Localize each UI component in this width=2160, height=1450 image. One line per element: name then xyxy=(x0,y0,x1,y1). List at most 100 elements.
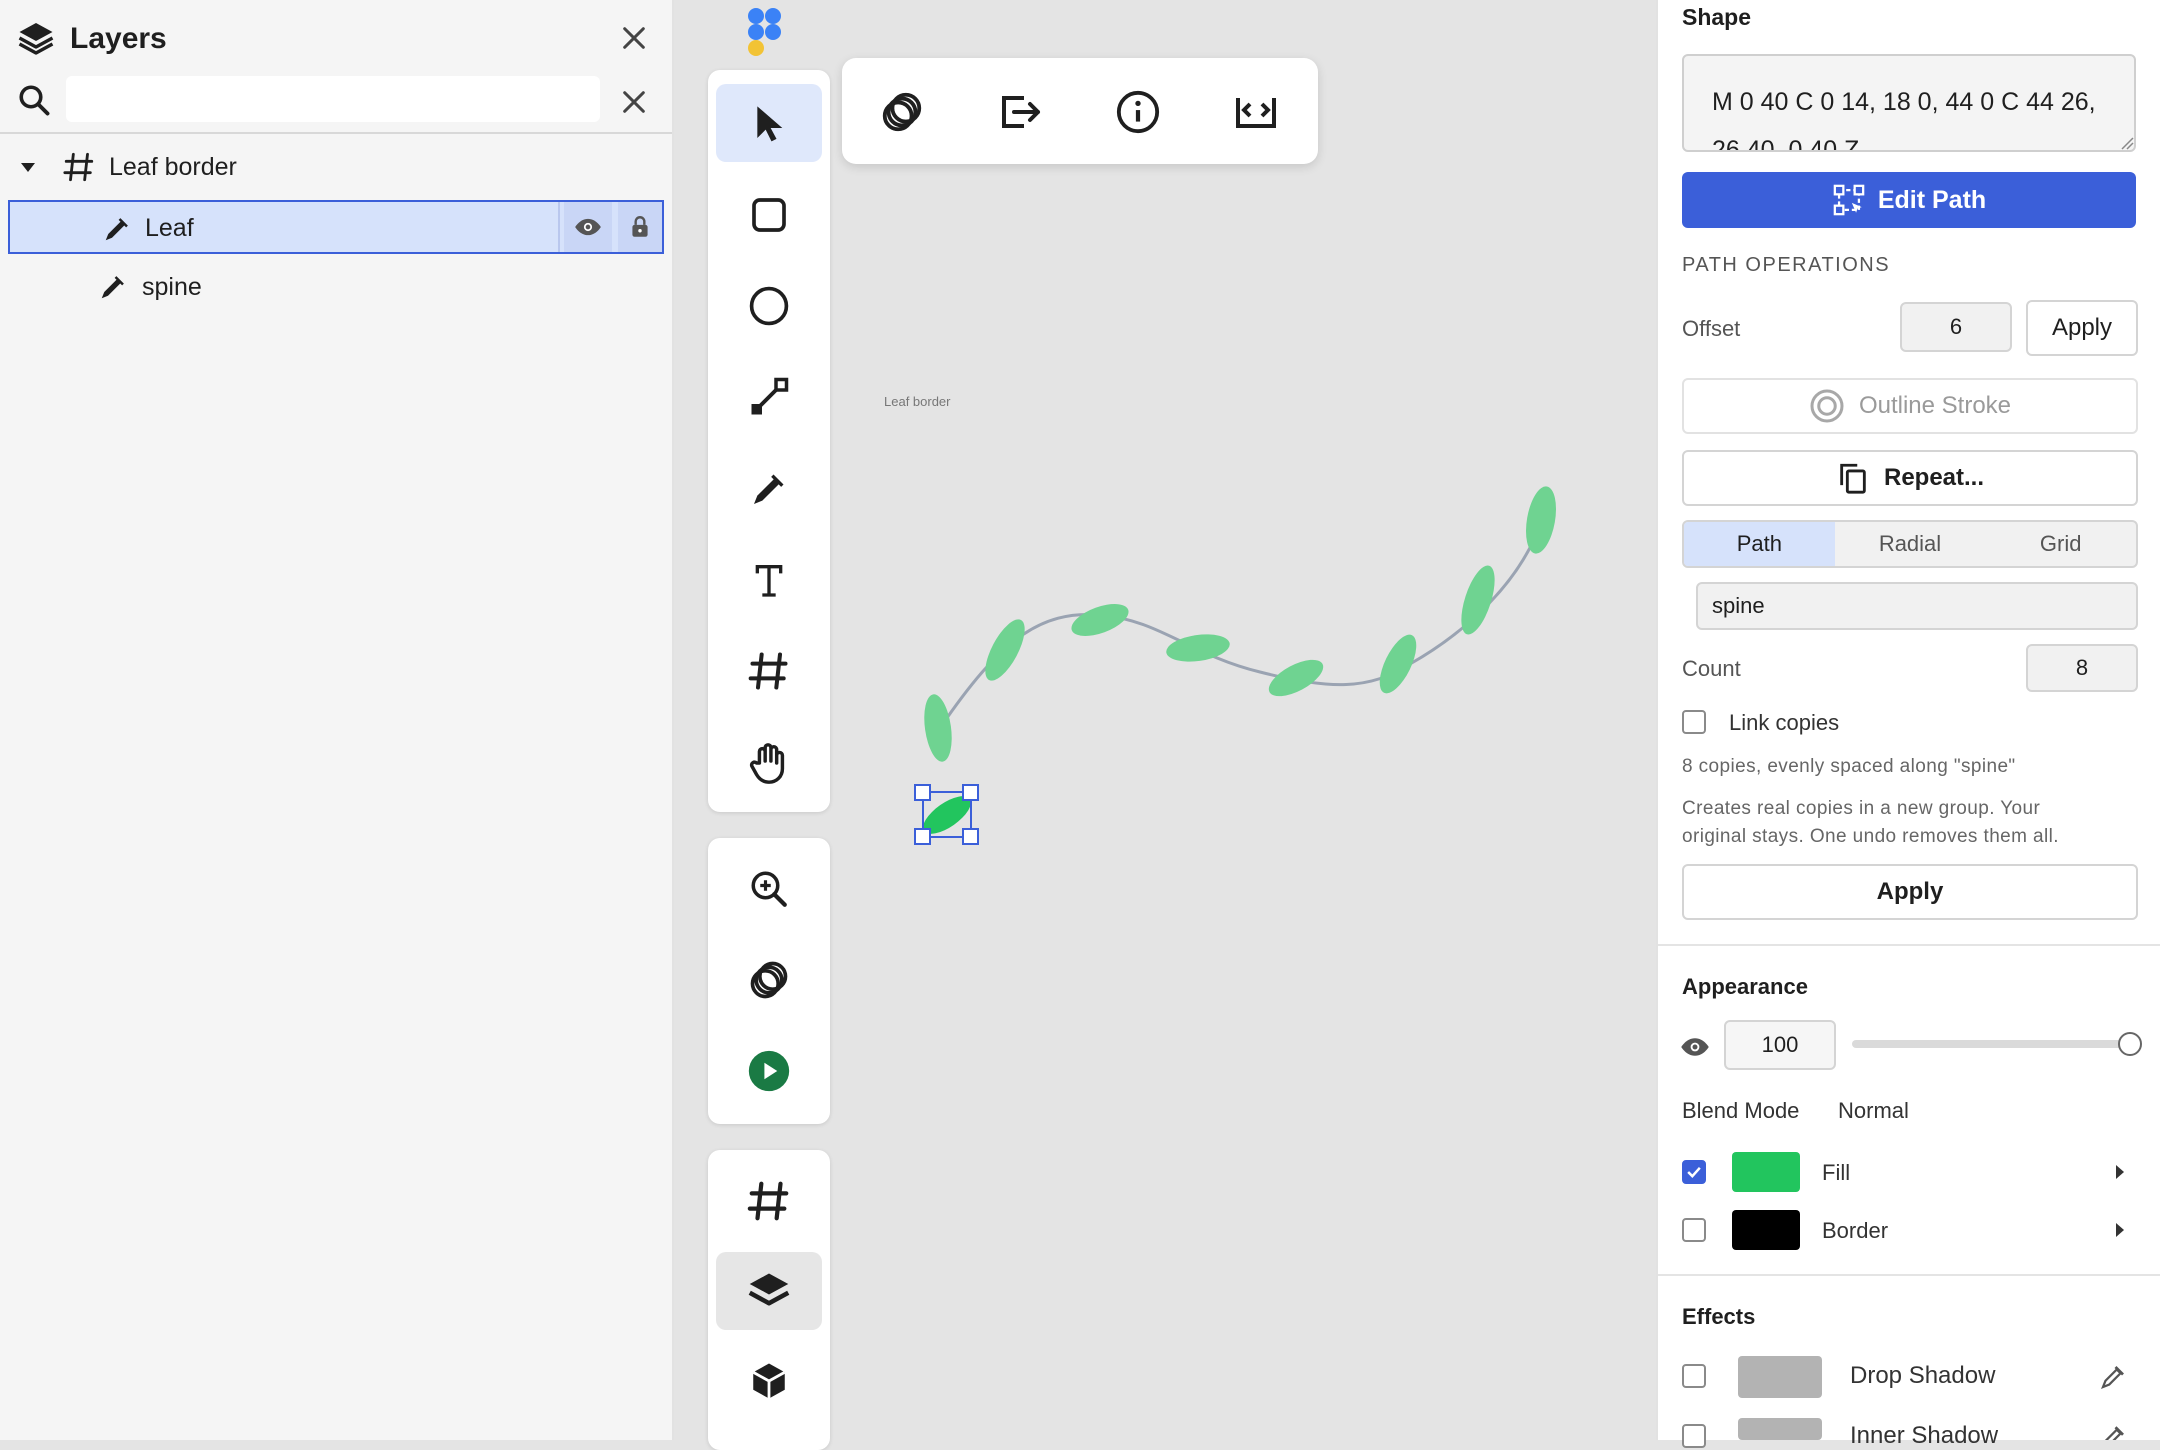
main-tools-card xyxy=(708,70,830,812)
tab-path[interactable]: Path xyxy=(1684,522,1835,566)
section-divider xyxy=(1658,1274,2160,1276)
lock-icon[interactable] xyxy=(618,202,662,252)
path-data-text: M 0 40 C 0 14, 18 0, 44 0 C 44 26, 26 40… xyxy=(1712,88,2096,152)
export-button[interactable] xyxy=(990,82,1050,142)
rectangle-icon xyxy=(752,198,786,232)
drop-shadow-swatch[interactable] xyxy=(1738,1356,1822,1398)
frames-panel-button[interactable] xyxy=(716,1162,822,1240)
close-layers-icon[interactable] xyxy=(618,22,650,54)
pen-path-icon xyxy=(102,214,132,244)
copy-icon xyxy=(1840,463,1866,494)
border-checkbox[interactable] xyxy=(1682,1218,1706,1242)
boolean-rings-icon xyxy=(750,961,788,999)
layer-row-leaf-border[interactable]: Leaf border xyxy=(0,139,672,195)
repeat-apply-button[interactable]: Apply xyxy=(1682,864,2138,920)
edit-path-icon xyxy=(1833,184,1865,216)
layer-label: Leaf xyxy=(145,214,194,242)
hand-icon xyxy=(749,743,785,784)
offset-label: Offset xyxy=(1682,316,1741,341)
path-data-textarea[interactable]: M 0 40 C 0 14, 18 0, 44 0 C 44 26, 26 40… xyxy=(1682,54,2136,152)
inner-shadow-swatch[interactable] xyxy=(1738,1418,1822,1440)
edit-path-button[interactable]: Edit Path xyxy=(1682,172,2136,228)
frame-label[interactable]: Leaf border xyxy=(884,394,951,409)
creates-info-line2: original stays. One undo removes them al… xyxy=(1682,826,2059,847)
selection-handle xyxy=(914,828,931,845)
info-button[interactable] xyxy=(1108,82,1168,142)
outline-stroke-button[interactable]: Outline Stroke xyxy=(1682,378,2138,434)
collapse-caret-icon[interactable] xyxy=(16,155,40,179)
search-icon xyxy=(16,82,52,118)
leaf-copies xyxy=(924,486,1556,762)
layers-search-input[interactable] xyxy=(66,76,600,122)
repeat-button[interactable]: Repeat... xyxy=(1682,450,2138,506)
link-copies-checkbox[interactable] xyxy=(1682,710,1706,734)
ellipse-tool-button[interactable] xyxy=(716,267,822,345)
leaf-copy xyxy=(1268,659,1324,697)
line-icon xyxy=(751,377,789,415)
layer-row-spine[interactable]: spine xyxy=(0,259,672,315)
layers-panel-button[interactable] xyxy=(716,1252,822,1330)
drop-shadow-checkbox[interactable] xyxy=(1682,1364,1706,1388)
leaf-copy xyxy=(1379,634,1417,694)
app-logo-icon xyxy=(746,6,790,58)
inner-shadow-eyedropper-icon[interactable] xyxy=(2098,1422,2128,1440)
canvas[interactable] xyxy=(836,0,1656,1440)
play-button[interactable] xyxy=(716,1032,822,1110)
opacity-slider-thumb[interactable] xyxy=(2118,1032,2142,1056)
ellipse-icon xyxy=(749,286,789,326)
boolean-ops-button[interactable] xyxy=(872,82,932,142)
visibility-eye-icon[interactable] xyxy=(564,202,612,252)
blend-mode-label: Blend Mode xyxy=(1682,1098,1800,1123)
clear-search-icon[interactable] xyxy=(618,86,650,118)
frame-icon xyxy=(748,652,788,690)
select-tool-button[interactable] xyxy=(716,84,822,162)
line-tool-button[interactable] xyxy=(716,358,822,436)
resize-grip-icon xyxy=(2121,137,2134,150)
creates-info-line1: Creates real copies in a new group. Your xyxy=(1682,798,2041,819)
selection-handle xyxy=(962,784,979,801)
secondary-tools-card xyxy=(708,838,830,1124)
fill-expand-arrow-icon[interactable] xyxy=(2110,1160,2130,1184)
count-input[interactable]: 8 xyxy=(2026,644,2138,692)
layers-search-row xyxy=(0,72,672,134)
count-label: Count xyxy=(1682,656,1741,681)
inner-shadow-checkbox[interactable] xyxy=(1682,1424,1706,1448)
tab-radial[interactable]: Radial xyxy=(1835,522,1986,566)
blend-mode-select[interactable]: Normal xyxy=(1838,1098,1909,1124)
code-button[interactable] xyxy=(1226,82,1286,142)
outline-stroke-icon xyxy=(1810,389,1844,423)
tab-grid[interactable]: Grid xyxy=(1985,522,2136,566)
repeat-label: Repeat... xyxy=(1883,464,1985,491)
fill-checkbox[interactable] xyxy=(1682,1160,1706,1184)
opacity-slider-track[interactable] xyxy=(1852,1040,2130,1048)
export-icon xyxy=(1002,96,1040,128)
zoom-tool-button[interactable] xyxy=(716,850,822,928)
boolean-tool-button[interactable] xyxy=(716,941,822,1019)
drop-shadow-eyedropper-icon[interactable] xyxy=(2098,1362,2128,1392)
opacity-eye-icon xyxy=(1680,1032,1710,1062)
hand-tool-button[interactable] xyxy=(716,724,822,802)
offset-apply-button[interactable]: Apply xyxy=(2026,300,2138,356)
pen-path-icon xyxy=(98,272,128,302)
text-tool-button[interactable] xyxy=(716,541,822,619)
pen-tool-button[interactable] xyxy=(716,450,822,528)
components-panel-button[interactable] xyxy=(716,1342,822,1420)
section-divider xyxy=(1658,944,2160,946)
selection-handle xyxy=(914,784,931,801)
checkmark-icon xyxy=(1687,1166,1701,1178)
layer-row-leaf[interactable]: Leaf xyxy=(8,200,664,254)
border-expand-arrow-icon[interactable] xyxy=(2110,1218,2130,1242)
effects-heading: Effects xyxy=(1682,1304,1756,1329)
rectangle-tool-button[interactable] xyxy=(716,176,822,254)
text-icon xyxy=(755,565,783,597)
border-color-swatch[interactable] xyxy=(1732,1210,1800,1250)
drop-shadow-label: Drop Shadow xyxy=(1850,1362,1996,1389)
fill-color-swatch[interactable] xyxy=(1732,1152,1800,1192)
layers-panel: Layers Leaf border Leaf spine xyxy=(0,0,674,1440)
frame-tool-button[interactable] xyxy=(716,632,822,710)
layers-icon xyxy=(748,1273,790,1306)
border-label: Border xyxy=(1822,1218,1889,1243)
path-source-select[interactable]: spine xyxy=(1696,582,2138,630)
opacity-input[interactable]: 100 xyxy=(1724,1020,1836,1070)
offset-input[interactable]: 6 xyxy=(1900,302,2012,352)
